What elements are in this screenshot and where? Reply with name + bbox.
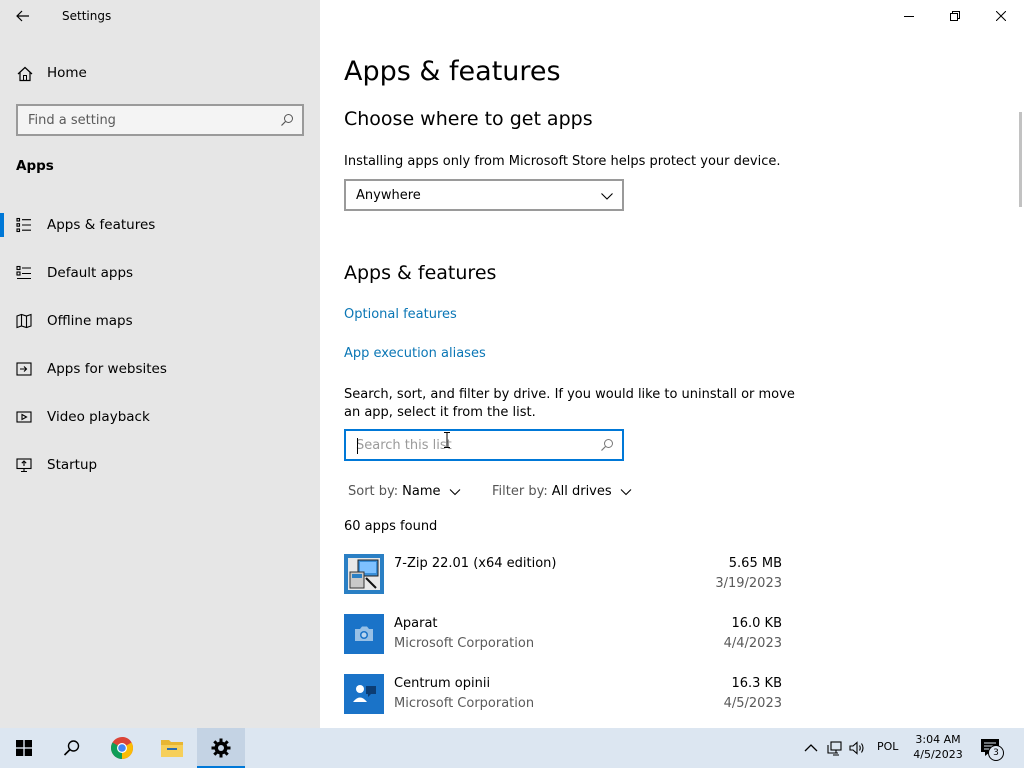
start-button[interactable] [0,728,48,768]
app-size: 16.0 KB [731,616,782,631]
app-source-value: Anywhere [356,188,421,203]
restore-icon [950,11,960,21]
app-list-item[interactable]: 7-Zip 22.01 (x64 edition) 5.65 MB 3/19/2… [344,554,784,610]
find-setting-search[interactable] [16,104,304,136]
sidebar-item-video-playback[interactable]: Video playback [0,397,320,437]
app-date: 4/4/2023 [723,636,782,651]
back-button[interactable] [0,0,46,32]
list-description: Search, sort, and filter by drive. If yo… [344,387,795,420]
optional-features-link[interactable]: Optional features [344,307,457,322]
sidebar-item-label: Video playback [47,409,150,425]
taskbar-search-button[interactable] [48,728,96,768]
sidebar-item-apps-features[interactable]: Apps & features [0,205,320,245]
windows-logo-icon [16,740,32,756]
sidebar-item-label: Default apps [47,265,134,281]
input-language[interactable]: POL [877,740,898,753]
system-clock[interactable]: 3:04 AM 4/5/2023 [905,732,971,762]
taskbar-chrome[interactable] [98,728,146,768]
search-icon [601,439,613,451]
filter-by-dropdown[interactable]: Filter by: All drives [492,484,632,499]
find-setting-input[interactable] [18,106,302,134]
app-list-item[interactable]: Centrum opinii Microsoft Corporation 16.… [344,674,784,730]
sidebar-item-label: Apps & features [47,217,156,233]
offline-maps-icon [16,313,32,329]
apps-count: 60 apps found [344,519,438,534]
main-content: Apps & features Choose where to get apps… [320,0,1024,728]
choose-apps-heading: Choose where to get apps [344,108,593,130]
close-button[interactable] [978,0,1024,32]
sidebar-item-label: Startup [47,457,98,473]
text-caret [357,438,358,454]
chevron-down-icon [620,488,632,495]
sidebar-item-default-apps[interactable]: Default apps [0,253,320,293]
app-name: Aparat [394,616,438,631]
restore-button[interactable] [932,0,978,32]
home-icon [17,66,33,82]
apps-websites-icon [16,362,32,376]
app-publisher: Microsoft Corporation [394,636,535,651]
app-execution-aliases-link[interactable]: App execution aliases [344,346,486,361]
video-playback-icon [16,411,32,423]
sidebar-item-apps-websites[interactable]: Apps for websites [0,349,320,389]
folder-icon [161,740,183,757]
camera-icon [344,614,384,654]
search-icon [63,740,80,756]
apps-features-icon [16,217,31,233]
scrollbar-thumb[interactable] [1019,112,1022,207]
minimize-button[interactable] [886,0,932,32]
sort-by-label: Sort by: [348,484,399,499]
sidebar-item-home[interactable]: Home [0,56,320,90]
clock-date: 4/5/2023 [913,748,963,761]
apps-features-heading: Apps & features [344,262,497,284]
close-icon [996,11,1006,21]
taskbar: POL 3:04 AM 4/5/2023 3 [0,728,1024,768]
back-arrow-icon [16,10,29,22]
minimize-icon [904,16,914,17]
sidebar: Settings Home Apps Apps & features Defau… [0,0,320,728]
search-icon [281,114,293,126]
notification-count-badge: 3 [988,745,1004,761]
app-size: 5.65 MB [728,556,782,571]
app-publisher: Microsoft Corporation [394,696,535,711]
app-source-dropdown[interactable]: Anywhere [344,179,624,211]
app-list-item[interactable]: Aparat Microsoft Corporation 16.0 KB 4/4… [344,614,784,670]
window-title: Settings [62,9,112,23]
sidebar-item-label: Home [47,65,87,81]
app-date: 4/5/2023 [723,696,782,711]
taskbar-file-explorer[interactable] [148,728,196,768]
chevron-up-icon[interactable] [803,740,819,756]
sort-by-value: Name [402,484,441,499]
feedback-hub-icon [344,674,384,714]
sidebar-item-offline-maps[interactable]: Offline maps [0,301,320,341]
sidebar-item-label: Offline maps [47,313,133,329]
chevron-down-icon [449,488,460,495]
clock-time: 3:04 AM [915,733,961,746]
sort-by-dropdown[interactable]: Sort by: Name [348,484,461,499]
chevron-down-icon [601,193,613,200]
install-description: Installing apps only from Microsoft Stor… [344,154,781,169]
chrome-icon [111,737,133,759]
volume-icon[interactable] [849,740,865,756]
sidebar-item-label: Apps for websites [47,361,167,377]
page-title: Apps & features [344,56,561,87]
taskbar-settings[interactable] [197,728,245,768]
filter-by-label: Filter by: [492,484,548,499]
app-size: 16.3 KB [731,676,782,691]
startup-icon [16,458,32,473]
default-apps-icon [16,265,31,280]
sidebar-item-startup[interactable]: Startup [0,445,320,485]
filter-by-value: All drives [551,484,612,499]
app-date: 3/19/2023 [715,576,782,591]
app-list-search-input[interactable] [346,431,622,459]
network-icon[interactable] [827,740,843,756]
text-cursor-icon [444,432,450,448]
app-list-search[interactable] [344,429,624,461]
7zip-icon [344,554,384,594]
app-name: 7-Zip 22.01 (x64 edition) [394,556,557,571]
sidebar-section-title: Apps [16,158,54,174]
gear-icon [211,738,231,758]
app-name: Centrum opinii [394,676,491,691]
